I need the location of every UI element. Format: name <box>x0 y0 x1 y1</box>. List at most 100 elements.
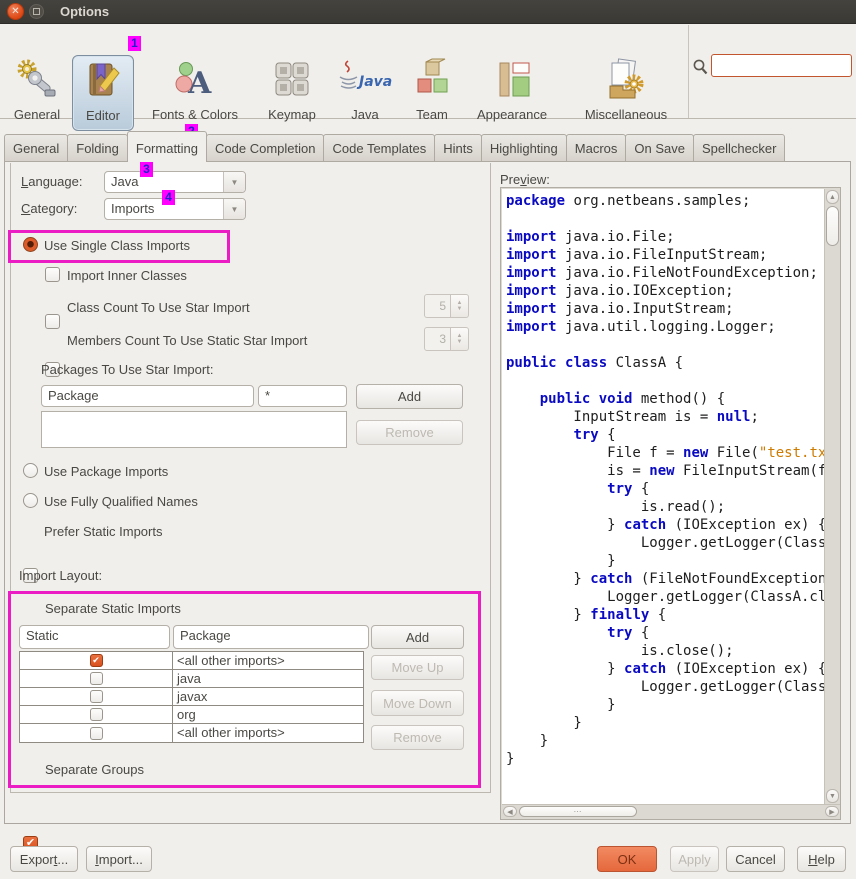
radio-use-fully-qualified-names[interactable] <box>23 493 38 508</box>
spinner-arrows[interactable]: ▲▼ <box>451 294 469 318</box>
add-package-button[interactable]: Add <box>356 384 463 409</box>
toolbar-item-general[interactable]: General <box>8 55 66 131</box>
horizontal-scroll-thumb[interactable]: ⋯ <box>519 806 637 817</box>
spinner-down-icon[interactable]: ▼ <box>457 339 463 345</box>
table-row[interactable]: org <box>20 706 363 724</box>
code-line: public void method() { <box>506 390 825 408</box>
preview-code-area: package org.netbeans.samples; import jav… <box>502 189 825 805</box>
move-down-layout-button[interactable]: Move Down <box>371 690 464 716</box>
ok-button[interactable]: OK <box>597 846 657 872</box>
remove-package-button[interactable]: Remove <box>356 420 463 445</box>
checkbox-class-count-star-import[interactable] <box>45 314 60 329</box>
members-count-spinner[interactable]: 3 ▲▼ <box>424 327 469 351</box>
toolbar-item-label: Java <box>351 107 378 122</box>
code-line: try { <box>506 480 825 498</box>
code-line: File f = new File("test.txt"); <box>506 444 825 462</box>
static-checkbox[interactable] <box>90 727 103 740</box>
package-column-header[interactable]: Package <box>41 385 254 407</box>
category-label: Category: <box>21 201 77 216</box>
toolbar-item-team[interactable]: Team <box>402 55 462 131</box>
code-line <box>506 336 825 354</box>
package-cell[interactable]: java <box>173 670 363 687</box>
code-line: } <box>506 696 825 714</box>
radio-use-package-imports[interactable] <box>23 463 38 478</box>
package-cell[interactable]: javax <box>173 688 363 705</box>
vertical-scroll-thumb[interactable] <box>826 206 839 246</box>
radio-use-single-class-imports[interactable] <box>23 237 38 252</box>
layout-table-header-static[interactable]: Static <box>19 625 170 649</box>
star-import-packages-list[interactable] <box>41 411 347 448</box>
class-count-spinner[interactable]: 5 ▲▼ <box>424 294 469 318</box>
spinner-arrows[interactable]: ▲▼ <box>451 327 469 351</box>
static-cell <box>20 670 173 687</box>
search-input[interactable] <box>711 54 852 77</box>
toolbar-item-fonts-colors[interactable]: AFonts & Colors <box>142 55 248 131</box>
layout-table-header-package[interactable]: Package <box>173 625 369 649</box>
scroll-right-button[interactable]: ▶ <box>825 806 839 817</box>
toolbar-item-appearance[interactable]: Appearance <box>464 55 560 131</box>
package-cell[interactable]: <all other imports> <box>173 724 363 742</box>
cancel-button[interactable]: Cancel <box>726 846 785 872</box>
remove-layout-button[interactable]: Remove <box>371 725 464 750</box>
svg-text:Java: Java <box>356 74 392 90</box>
code-line <box>506 210 825 228</box>
static-checkbox[interactable] <box>90 708 103 721</box>
miscellaneous-icon <box>603 55 649 105</box>
table-row[interactable]: java <box>20 670 363 688</box>
code-line: public class ClassA { <box>506 354 825 372</box>
scroll-down-icon: ▼ <box>829 793 836 800</box>
scroll-up-button[interactable]: ▲ <box>826 190 839 204</box>
tab-folding[interactable]: Folding <box>67 134 128 162</box>
code-line: is.read(); <box>506 498 825 516</box>
toolbar-item-keymap[interactable]: Keymap <box>256 55 328 131</box>
code-line: import java.io.IOException; <box>506 282 825 300</box>
package-cell[interactable]: org <box>173 706 363 723</box>
language-value: Java <box>105 172 223 192</box>
chevron-down-icon[interactable]: ▼ <box>223 172 245 192</box>
static-checkbox[interactable] <box>90 672 103 685</box>
code-line: import java.io.InputStream; <box>506 300 825 318</box>
add-layout-button[interactable]: Add <box>371 625 464 649</box>
annotation-badge-1: 1 <box>128 36 141 51</box>
tab-on-save[interactable]: On Save <box>625 134 694 162</box>
preview-panel: package org.netbeans.samples; import jav… <box>500 187 841 820</box>
language-combobox[interactable]: Java ▼ <box>104 171 246 193</box>
window-close-button[interactable]: ✕ <box>7 3 24 20</box>
tab-general[interactable]: General <box>4 134 68 162</box>
toolbar-item-java[interactable]: Java Java <box>336 55 394 131</box>
window-maximize-button[interactable] <box>29 4 44 19</box>
tab-highlighting[interactable]: Highlighting <box>481 134 567 162</box>
import-button[interactable]: Import... <box>86 846 152 872</box>
table-row[interactable]: ✔ <all other imports> <box>20 652 363 670</box>
checkbox-separate-static-imports-label: Separate Static Imports <box>45 601 181 616</box>
general-icon <box>14 55 60 105</box>
export-button[interactable]: Export... <box>10 846 78 872</box>
table-row[interactable]: javax <box>20 688 363 706</box>
star-column-header[interactable]: * <box>258 385 347 407</box>
tab-formatting[interactable]: Formatting <box>127 131 207 162</box>
horizontal-scrollbar[interactable]: ◀ ⋯ ▶ <box>502 804 840 818</box>
scroll-down-button[interactable]: ▼ <box>826 789 839 803</box>
chevron-down-icon[interactable]: ▼ <box>223 199 245 219</box>
spinner-down-icon[interactable]: ▼ <box>457 306 463 312</box>
code-line: } catch (IOException ex) { <box>506 660 825 678</box>
help-button[interactable]: Help <box>797 846 846 872</box>
toolbar-item-miscellaneous[interactable]: Miscellaneous <box>566 55 686 131</box>
apply-button[interactable]: Apply <box>670 846 719 872</box>
checkbox-import-inner-classes[interactable] <box>45 267 60 282</box>
tab-hints[interactable]: Hints <box>434 134 482 162</box>
package-cell[interactable]: <all other imports> <box>173 652 363 669</box>
static-checkbox[interactable] <box>90 690 103 703</box>
toolbar-item-editor[interactable]: Editor <box>72 55 134 131</box>
move-up-layout-button[interactable]: Move Up <box>371 655 464 680</box>
category-combobox[interactable]: Imports ▼ <box>104 198 246 220</box>
tab-spellchecker[interactable]: Spellchecker <box>693 134 785 162</box>
tab-code-completion[interactable]: Code Completion <box>206 134 324 162</box>
keymap-icon <box>269 55 315 105</box>
table-row[interactable]: <all other imports> <box>20 724 363 742</box>
static-checkbox[interactable]: ✔ <box>90 654 103 667</box>
scroll-left-button[interactable]: ◀ <box>503 806 517 817</box>
tab-macros[interactable]: Macros <box>566 134 627 162</box>
vertical-scrollbar[interactable]: ▲ ▼ <box>824 189 839 805</box>
tab-code-templates[interactable]: Code Templates <box>323 134 435 162</box>
